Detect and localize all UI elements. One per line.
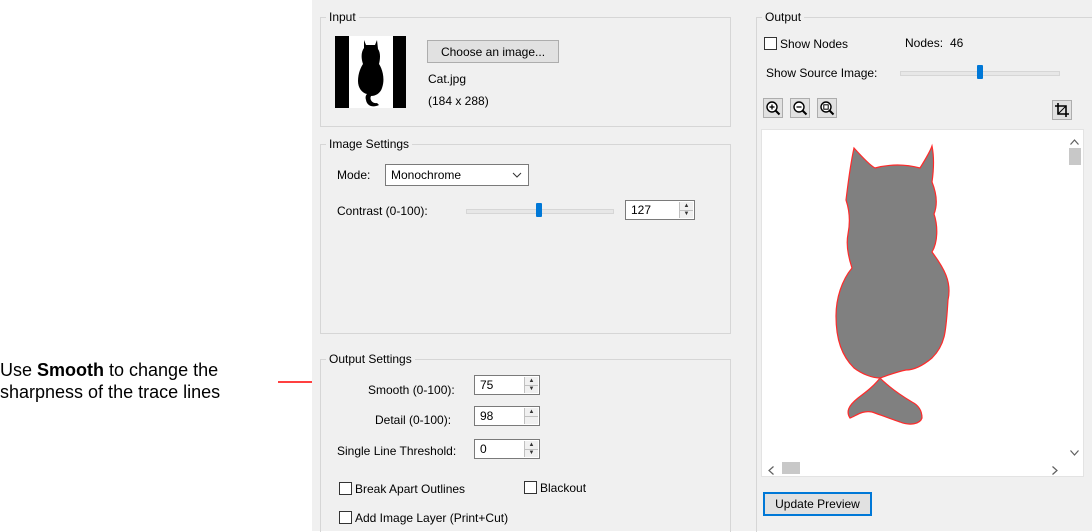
mode-select-value: Monochrome [391, 168, 462, 182]
mode-select[interactable]: Monochrome [385, 164, 529, 186]
vertical-scrollbar[interactable] [1066, 130, 1083, 460]
contrast-slider-thumb[interactable] [536, 203, 542, 217]
update-preview-button[interactable]: Update Preview [763, 492, 872, 516]
detail-value: 98 [480, 409, 494, 423]
zoom-fit-icon [820, 101, 835, 116]
source-thumbnail [335, 36, 406, 108]
horizontal-scroll-thumb[interactable] [782, 462, 800, 474]
annotation-text: Use Smooth to change the sharpness of th… [0, 359, 270, 403]
zoom-in-button[interactable] [763, 98, 783, 118]
break-apart-label[interactable]: Break Apart Outlines [355, 482, 465, 496]
arrow-down-icon[interactable]: ▼ [525, 416, 538, 424]
threshold-stepper[interactable]: 0 ▲ ▼ [474, 439, 540, 459]
horizontal-scrollbar[interactable] [762, 460, 1066, 476]
stepper-arrows-icon[interactable]: ▲ ▼ [524, 441, 538, 457]
stepper-arrows-icon[interactable]: ▲ ▼ [524, 377, 538, 393]
blackout-checkbox[interactable] [524, 481, 537, 494]
annotation-bold-word: Smooth [37, 360, 105, 380]
detail-stepper[interactable]: 98 ▲ ▼ [474, 406, 540, 426]
contrast-stepper[interactable]: 127 ▲ ▼ [625, 200, 695, 220]
input-group-title: Input [326, 10, 359, 24]
zoom-out-icon [793, 101, 808, 116]
crop-icon [1055, 103, 1069, 117]
show-source-label: Show Source Image: [766, 66, 878, 80]
arrow-down-icon[interactable]: ▼ [680, 210, 693, 218]
contrast-label: Contrast (0-100): [337, 204, 428, 218]
zoom-fit-button[interactable] [817, 98, 837, 118]
choose-image-button[interactable]: Choose an image... [427, 40, 559, 63]
threshold-label: Single Line Threshold: [337, 444, 457, 458]
show-nodes-checkbox[interactable] [764, 37, 777, 50]
scroll-left-icon[interactable] [768, 464, 774, 476]
stepper-arrows-icon[interactable]: ▲ ▼ [524, 408, 538, 424]
image-dimensions: (184 x 288) [428, 94, 489, 108]
output-group-title: Output [762, 10, 805, 24]
crop-button[interactable] [1052, 100, 1072, 120]
annotation-prefix: Use [0, 360, 38, 380]
scroll-right-icon[interactable] [1052, 464, 1058, 476]
file-name: Cat.jpg [428, 72, 467, 86]
nodes-count: 46 [950, 36, 964, 50]
scroll-up-icon[interactable] [1070, 134, 1079, 148]
vertical-scroll-thumb[interactable] [1069, 148, 1081, 165]
preview-canvas[interactable] [761, 129, 1084, 477]
smooth-value: 75 [480, 378, 494, 392]
add-image-layer-label[interactable]: Add Image Layer (Print+Cut) [355, 511, 508, 525]
image-settings-title: Image Settings [326, 137, 413, 151]
stepper-arrows-icon[interactable]: ▲ ▼ [679, 202, 693, 218]
add-image-layer-checkbox[interactable] [339, 511, 352, 524]
threshold-value: 0 [480, 442, 487, 456]
source-image-slider-thumb[interactable] [977, 65, 983, 79]
zoom-in-icon [766, 101, 781, 116]
zoom-out-button[interactable] [790, 98, 810, 118]
blackout-label[interactable]: Blackout [540, 481, 586, 495]
detail-label: Detail (0-100): [375, 413, 452, 427]
nodes-label: Nodes: [905, 36, 944, 50]
traced-cat-shape [835, 143, 950, 425]
arrow-down-icon[interactable]: ▼ [525, 449, 538, 457]
mode-label: Mode: [337, 168, 371, 182]
smooth-stepper[interactable]: 75 ▲ ▼ [474, 375, 540, 395]
break-apart-checkbox[interactable] [339, 482, 352, 495]
arrow-down-icon[interactable]: ▼ [525, 385, 538, 393]
contrast-value: 127 [631, 203, 652, 217]
show-nodes-label[interactable]: Show Nodes [780, 37, 848, 51]
chevron-down-icon [512, 168, 522, 185]
smooth-label: Smooth (0-100): [368, 383, 455, 397]
scroll-down-icon[interactable] [1070, 445, 1079, 459]
output-settings-title: Output Settings [326, 352, 415, 366]
